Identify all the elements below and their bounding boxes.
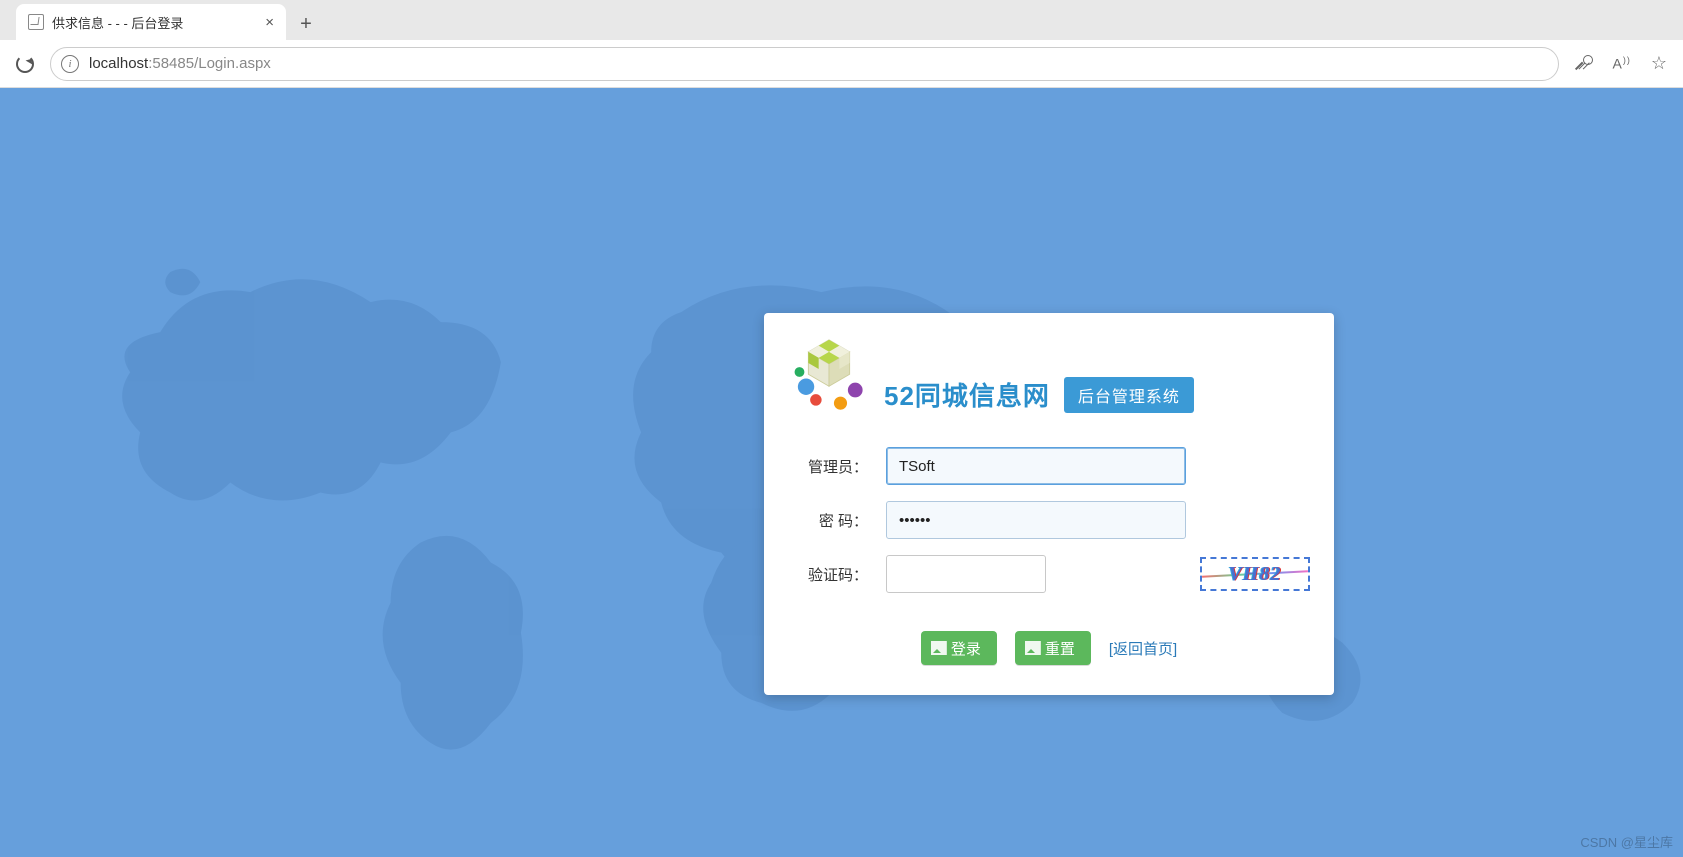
captcha-input[interactable]: [886, 555, 1046, 593]
admin-input[interactable]: [886, 447, 1186, 485]
password-label: 密 码：: [788, 510, 868, 531]
login-button[interactable]: 登录: [921, 631, 997, 665]
address-bar[interactable]: i localhost:58485/Login.aspx: [50, 47, 1559, 81]
browser-toolbar: i localhost:58485/Login.aspx A)) ☆: [0, 40, 1683, 88]
image-icon: [1025, 641, 1041, 655]
admin-label: 管理员：: [788, 456, 868, 477]
passwords-icon[interactable]: [1575, 55, 1593, 73]
url-text: localhost:58485/Login.aspx: [89, 55, 271, 72]
image-icon: [931, 641, 947, 655]
page-icon: [28, 14, 44, 30]
read-aloud-icon[interactable]: A)): [1613, 55, 1631, 72]
site-title: 52同城信息网: [884, 376, 1050, 413]
new-tab-button[interactable]: +: [290, 8, 322, 40]
watermark: CSDN @星尘库: [1580, 832, 1673, 851]
return-home-link[interactable]: [返回首页]: [1109, 638, 1177, 659]
site-info-icon[interactable]: i: [61, 55, 79, 73]
password-input[interactable]: [886, 501, 1186, 539]
refresh-icon[interactable]: [16, 55, 34, 73]
site-logo: [788, 331, 870, 413]
page-body: 52同城信息网 后台管理系统 管理员： 密 码： 验证码： VH82 登录: [0, 88, 1683, 857]
tab-title: 供求信息 - - - 后台登录: [52, 13, 183, 32]
reset-button[interactable]: 重置: [1015, 631, 1091, 665]
captcha-label: 验证码：: [788, 564, 868, 585]
subtitle-badge: 后台管理系统: [1064, 377, 1194, 413]
browser-tab[interactable]: 供求信息 - - - 后台登录 ×: [16, 4, 286, 40]
close-tab-icon[interactable]: ×: [265, 14, 274, 31]
login-panel: 52同城信息网 后台管理系统 管理员： 密 码： 验证码： VH82 登录: [764, 313, 1334, 695]
favorite-icon[interactable]: ☆: [1651, 53, 1667, 74]
captcha-image[interactable]: VH82: [1200, 557, 1310, 591]
browser-tab-strip: 供求信息 - - - 后台登录 × +: [0, 0, 1683, 40]
